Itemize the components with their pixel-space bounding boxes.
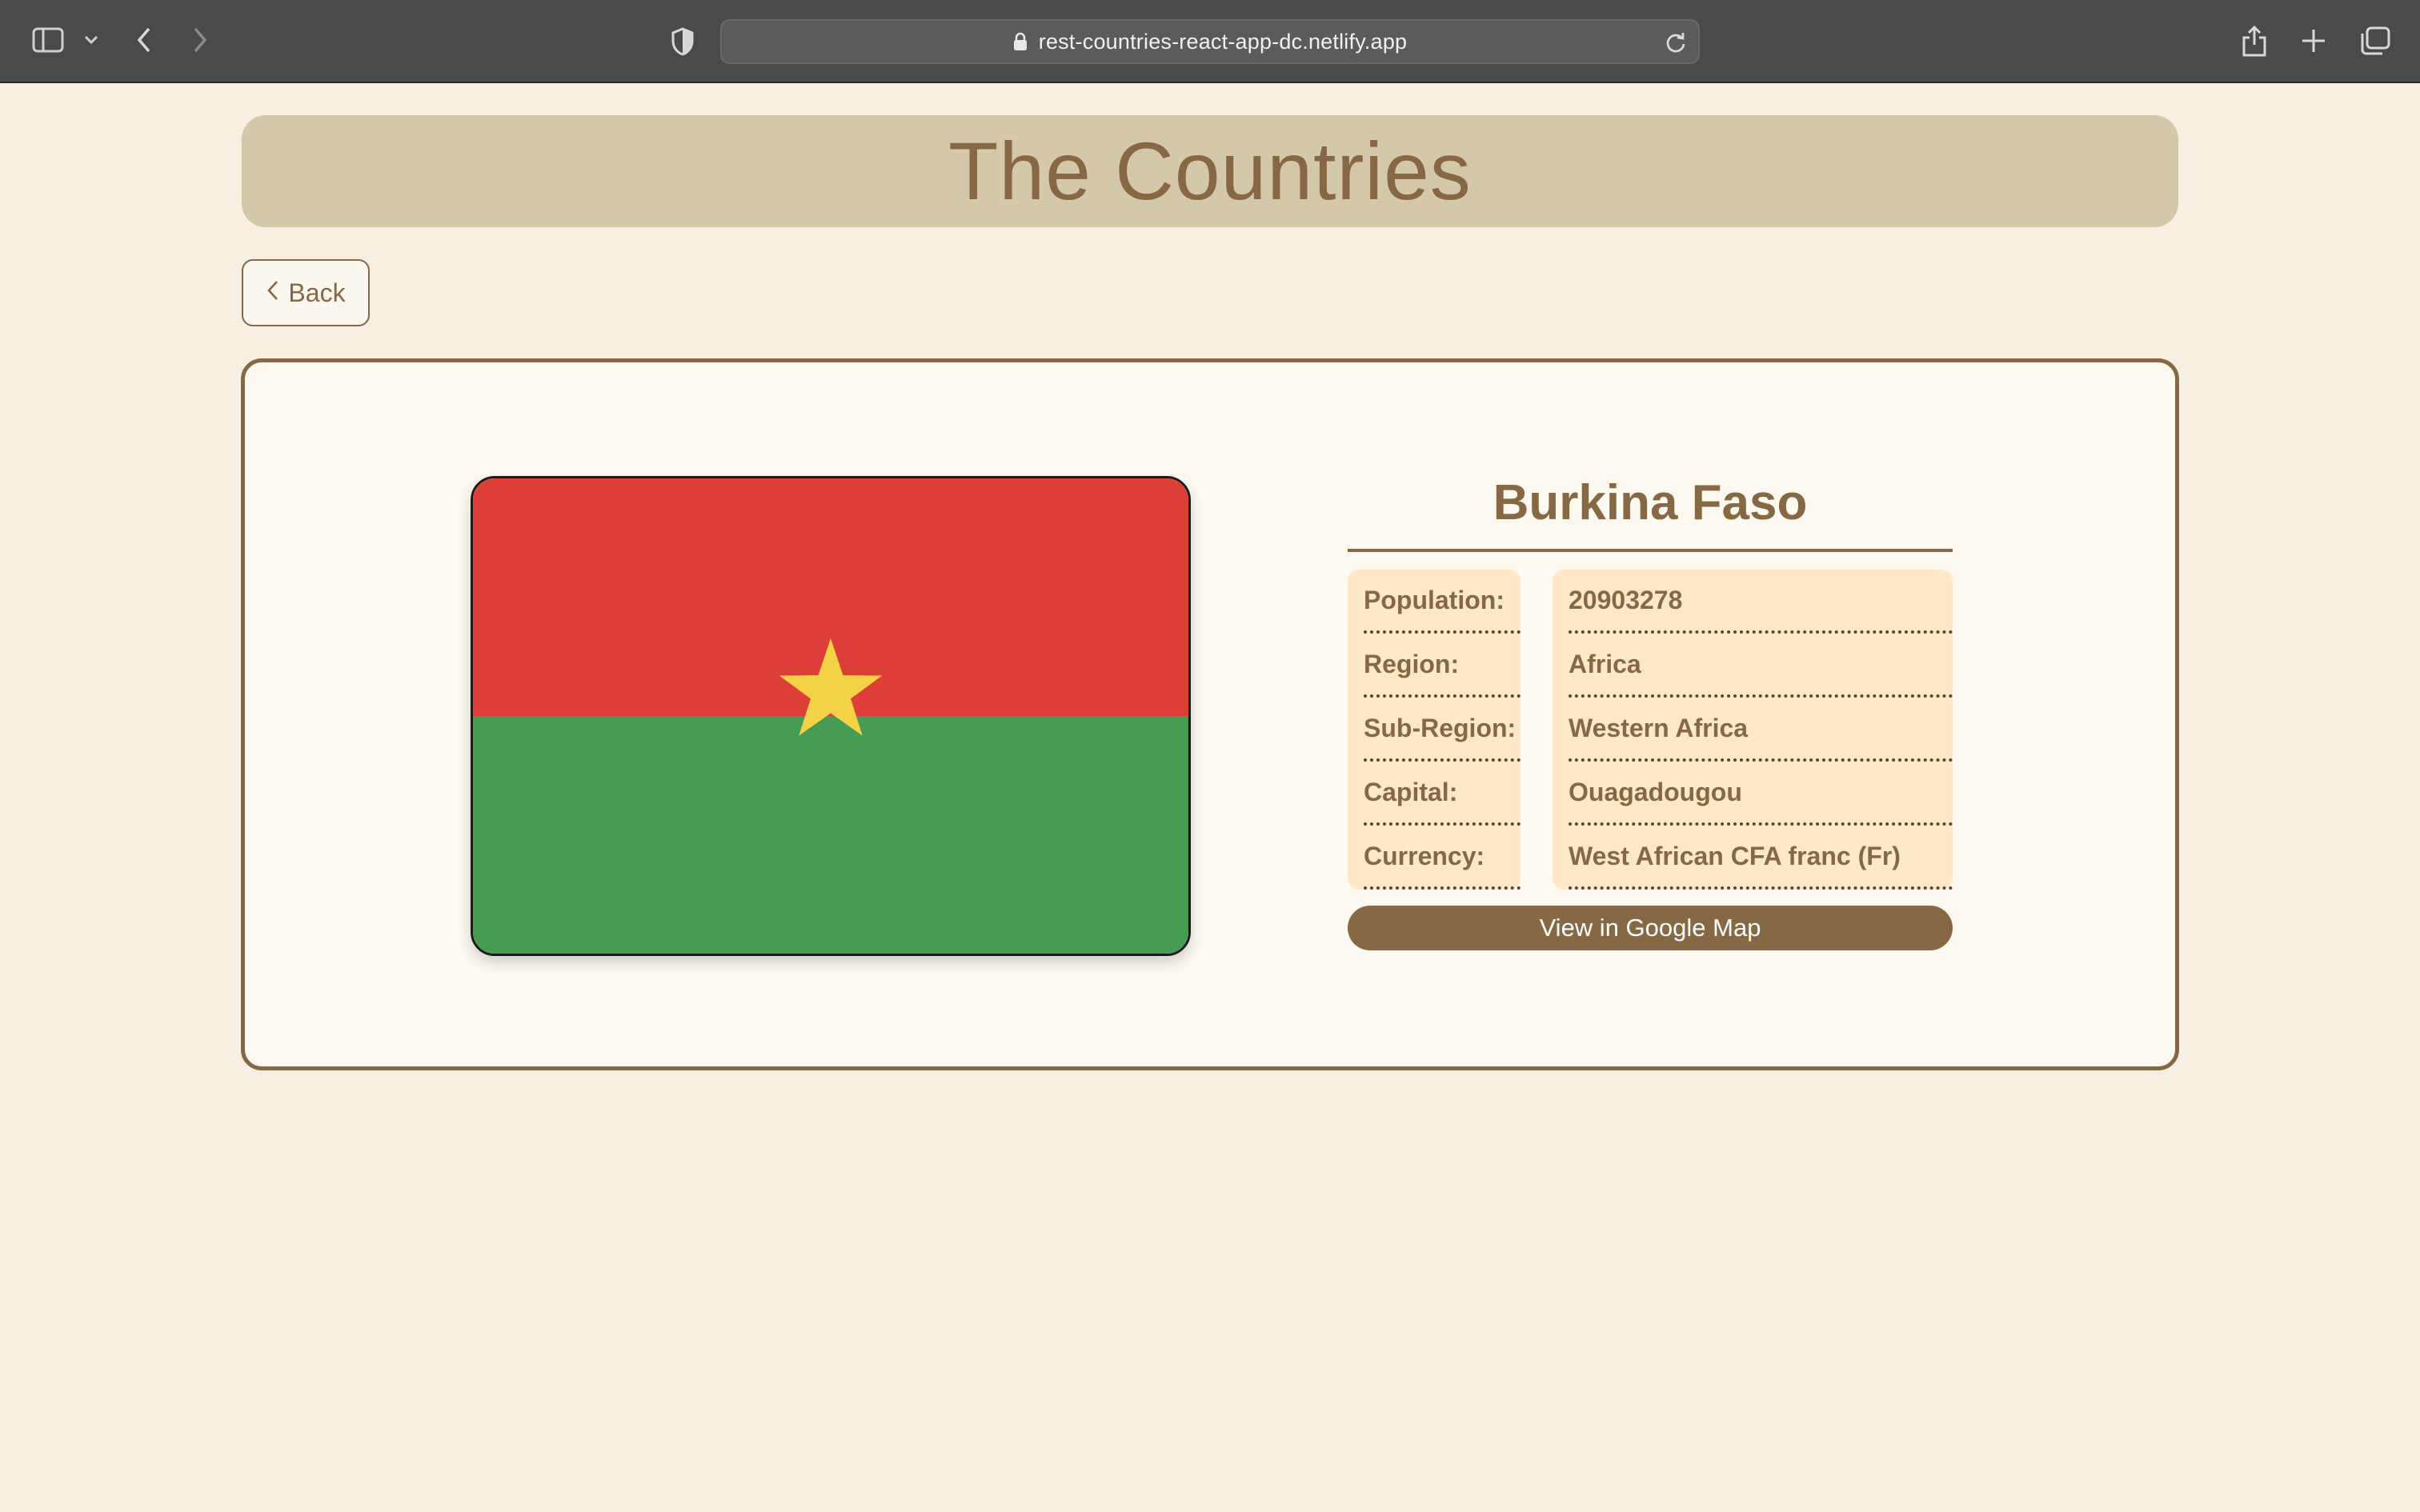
page-title: The Countries (948, 125, 1472, 217)
sub-region-value: Western Africa (1569, 698, 1953, 762)
browser-toolbar: rest-countries-react-app-dc.netlify.app (0, 0, 2420, 83)
country-info: Burkina Faso Population: Region: Sub-Reg… (1348, 474, 1953, 950)
info-values-column: 20903278 Africa Western Africa Ouagadoug… (1553, 570, 1953, 890)
sub-region-label: Sub-Region: (1364, 698, 1521, 762)
url-text: rest-countries-react-app-dc.netlify.app (1038, 29, 1408, 54)
forward-arrow-icon[interactable] (190, 26, 210, 54)
population-label: Population: (1364, 570, 1521, 634)
region-value: Africa (1569, 634, 1953, 698)
back-button-label: Back (288, 278, 346, 307)
population-value: 20903278 (1569, 570, 1953, 634)
reload-icon[interactable] (1665, 30, 1687, 54)
currency-label: Currency: (1364, 826, 1521, 890)
back-arrow-icon[interactable] (134, 26, 154, 54)
address-bar[interactable]: rest-countries-react-app-dc.netlify.app (720, 19, 1700, 64)
country-detail-card: Burkina Faso Population: Region: Sub-Reg… (241, 358, 2179, 1070)
shield-icon[interactable] (671, 27, 695, 56)
country-info-table: Population: Region: Sub-Region: Capital:… (1348, 570, 1953, 890)
site-header: The Countries (242, 115, 2178, 227)
back-button[interactable]: Back (242, 259, 370, 326)
burkina-faso-flag (471, 476, 1191, 956)
currency-value: West African CFA franc (Fr) (1569, 826, 1953, 890)
share-icon[interactable] (2241, 24, 2268, 58)
chevron-down-icon[interactable] (83, 34, 99, 46)
google-map-button[interactable]: View in Google Map (1348, 906, 1953, 950)
chevron-left-icon (266, 278, 280, 308)
sidebar-icon[interactable] (32, 27, 64, 53)
country-name: Burkina Faso (1348, 474, 1953, 552)
lock-icon (1013, 32, 1028, 51)
info-labels-column: Population: Region: Sub-Region: Capital:… (1348, 570, 1521, 890)
plus-icon[interactable] (2300, 27, 2327, 54)
capital-value: Ouagadougou (1569, 762, 1953, 826)
tabs-icon[interactable] (2359, 26, 2391, 56)
region-label: Region: (1364, 634, 1521, 698)
capital-label: Capital: (1364, 762, 1521, 826)
page-content: The Countries Back Burkina Faso Populati… (0, 85, 2420, 1512)
